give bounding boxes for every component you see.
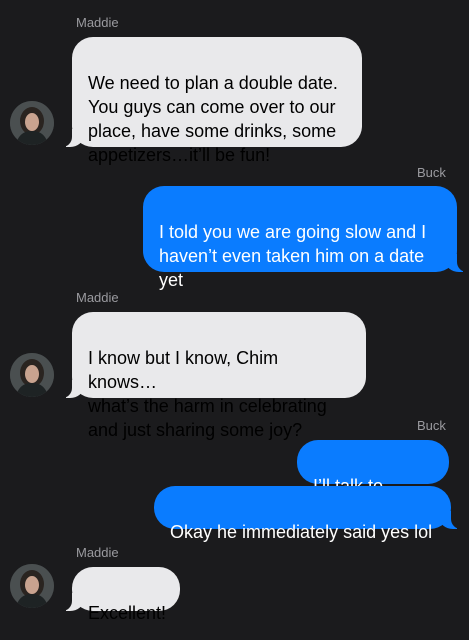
sender-name-maddie: Maddie [76,290,119,305]
contact-photo-icon [10,101,54,145]
message-text: Okay he immediately said yes lol [170,522,433,542]
message-bubble-outgoing[interactable]: Okay he immediately said yes lol [154,486,463,542]
avatar[interactable] [10,101,54,145]
message-text: I told you we are going slow and I haven… [159,222,427,290]
sender-name-maddie: Maddie [76,545,119,560]
message-bubble-outgoing[interactable]: I told you we are going slow and I haven… [143,186,469,290]
message-text: We need to plan a double date. You guys … [88,73,338,165]
sender-name-maddie: Maddie [76,15,119,30]
sender-name-buck: Buck [417,418,446,433]
contact-photo-icon [10,353,54,397]
message-text: I know but I know, Chim knows… what’s th… [88,348,327,440]
message-bubble-outgoing[interactable]: I’ll talk to Eddie [297,440,449,520]
message-text: Excellent! [88,603,167,623]
message-bubble-incoming[interactable]: We need to plan a double date. You guys … [60,37,362,165]
avatar[interactable] [10,353,54,397]
avatar[interactable] [10,564,54,608]
message-bubble-incoming[interactable]: Excellent! [60,567,180,623]
message-bubble-incoming[interactable]: I know but I know, Chim knows… what’s th… [60,312,366,440]
sender-name-buck: Buck [417,165,446,180]
contact-photo-icon [10,564,54,608]
